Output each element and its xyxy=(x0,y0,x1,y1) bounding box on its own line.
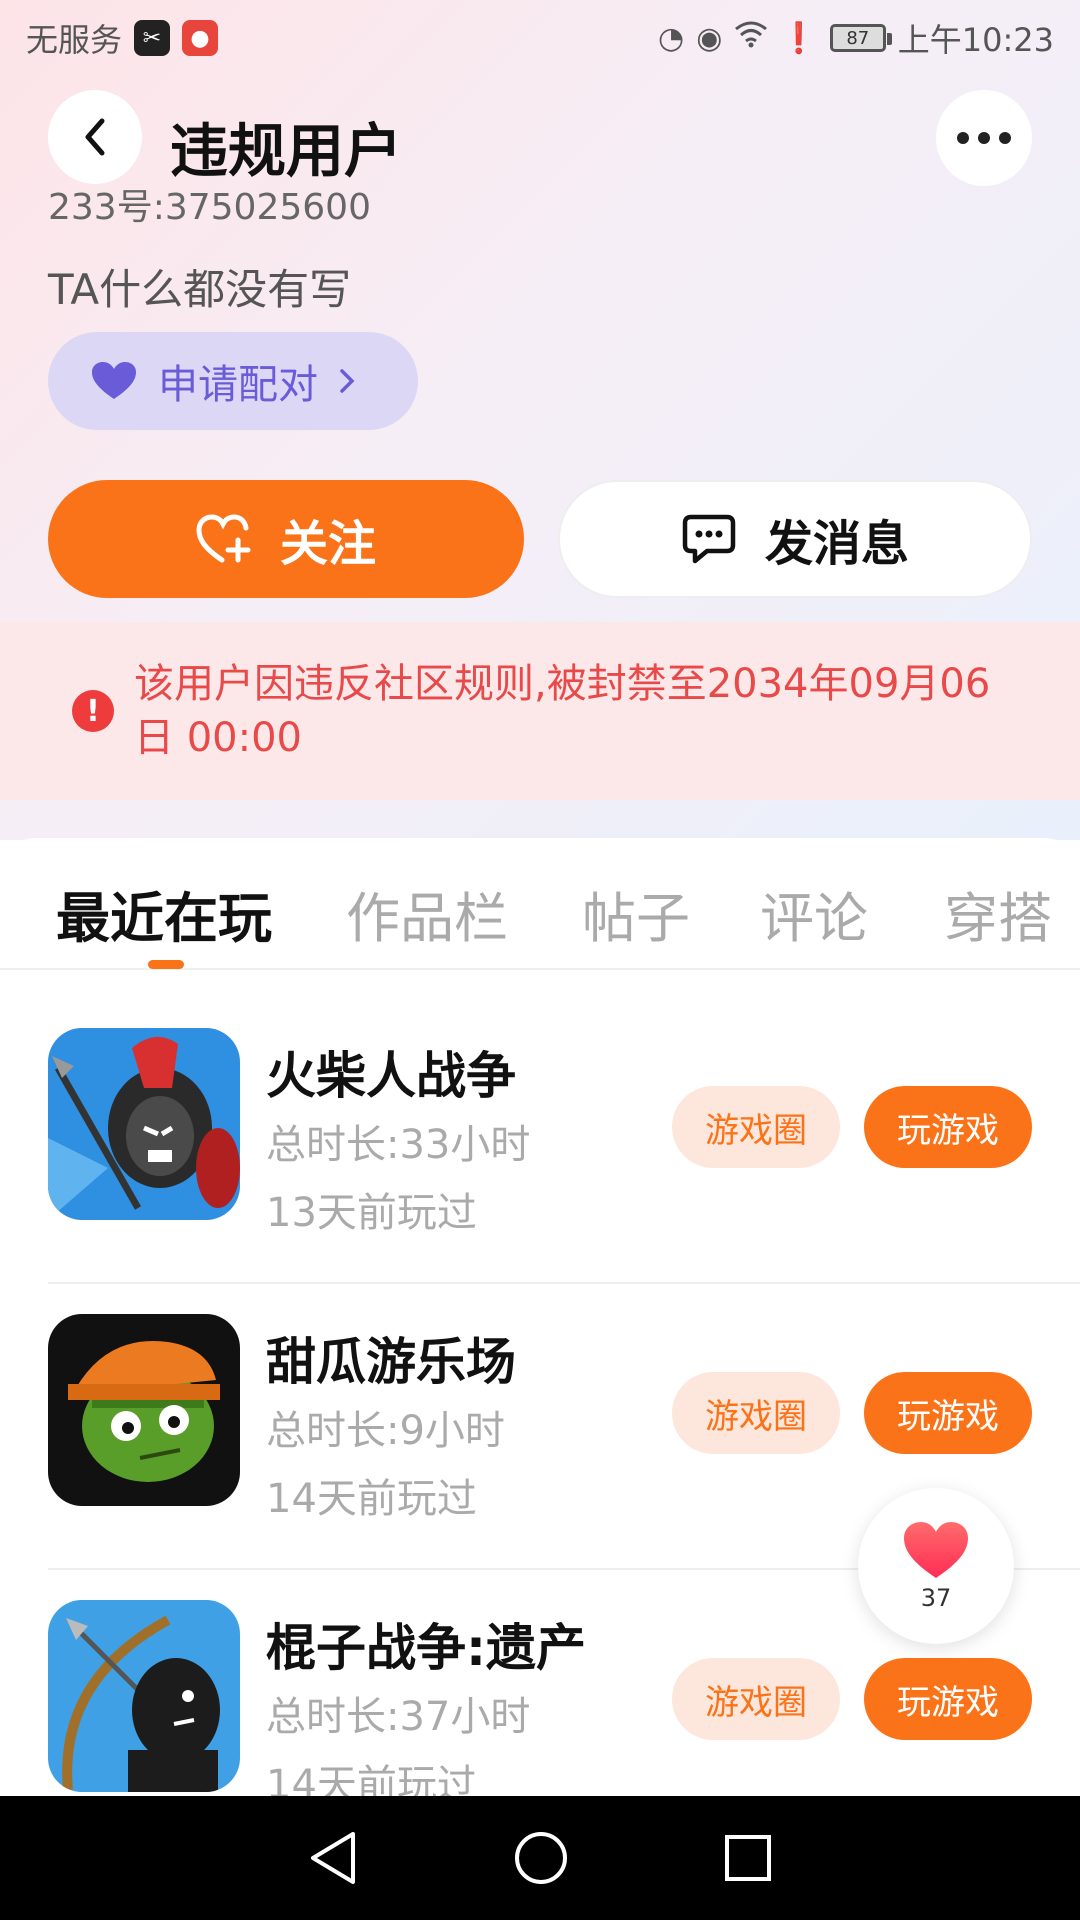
game-circle-button[interactable]: 游戏圈 xyxy=(672,1658,840,1740)
ban-notice: ! 该用户因违反社区规则,被封禁至2034年09月06日 00:00 xyxy=(0,622,1080,800)
more-dots-icon xyxy=(957,132,1011,144)
tab-posts[interactable]: 帖子 xyxy=(582,874,690,953)
follow-button[interactable]: 关注 xyxy=(48,480,524,598)
clock-time: 上午10:23 xyxy=(897,21,1054,59)
stick-war-game-icon xyxy=(48,1028,240,1220)
status-bar: 无服务 ✂ ● ◔ ◉ ❗ 87 上午10:23 xyxy=(0,0,1080,76)
system-navigation-bar xyxy=(0,1796,1080,1920)
eye-icon: ◉ xyxy=(696,20,723,56)
ban-notice-text: 该用户因违反社区规则,被封禁至2034年09月06日 00:00 xyxy=(134,661,991,761)
play-game-button[interactable]: 玩游戏 xyxy=(864,1086,1032,1168)
capcut-app-icon: ✂ xyxy=(134,20,171,56)
game-last-played: 14天前玩过 xyxy=(266,1476,477,1522)
tab-recently-played[interactable]: 最近在玩 xyxy=(56,874,272,953)
game-circle-button[interactable]: 游戏圈 xyxy=(672,1086,840,1168)
tab-comments[interactable]: 评论 xyxy=(760,874,868,953)
like-floating-button[interactable]: 37 xyxy=(858,1488,1014,1644)
follow-label: 关注 xyxy=(279,516,376,572)
back-triangle-icon[interactable] xyxy=(307,1830,359,1886)
user-bio: TA什么都没有写 xyxy=(48,265,352,314)
game-circle-button[interactable]: 游戏圈 xyxy=(672,1372,840,1454)
home-circle-icon[interactable] xyxy=(513,1830,569,1886)
profile-tabs: 最近在玩 作品栏 帖子 评论 穿搭 xyxy=(0,838,1080,970)
content-card: 最近在玩 作品栏 帖子 评论 穿搭 火柴人战争 总时长:33小时 13天前玩过 xyxy=(0,838,1080,1808)
status-right: ◔ ◉ ❗ 87 上午10:23 xyxy=(658,15,1054,61)
tab-outfits[interactable]: 穿搭 xyxy=(944,874,1052,953)
alert-icon: ❗ xyxy=(780,20,818,56)
game-list-item[interactable]: 火柴人战争 总时长:33小时 13天前玩过 游戏圈 玩游戏 xyxy=(48,998,1080,1284)
game-total-time: 总时长:33小时 xyxy=(266,1122,531,1168)
wifi-icon xyxy=(734,20,768,56)
game-last-played: 13天前玩过 xyxy=(266,1190,477,1236)
user-id: 233号:375025600 xyxy=(48,187,371,228)
game-name: 火柴人战争 xyxy=(266,1047,516,1105)
purple-heart-icon xyxy=(92,362,136,399)
send-message-button[interactable]: 发消息 xyxy=(558,480,1032,598)
send-message-label: 发消息 xyxy=(764,516,909,572)
warning-icon: ! xyxy=(72,690,114,732)
stick-war-legacy-game-icon xyxy=(48,1600,240,1792)
tab-works[interactable]: 作品栏 xyxy=(346,874,508,953)
play-game-button[interactable]: 玩游戏 xyxy=(864,1372,1032,1454)
back-button[interactable] xyxy=(48,90,142,184)
play-game-button[interactable]: 玩游戏 xyxy=(864,1658,1032,1740)
recents-square-icon[interactable] xyxy=(723,1833,773,1883)
carrier-text: 无服务 xyxy=(26,21,123,59)
chevron-left-icon xyxy=(85,118,105,156)
heart-plus-icon xyxy=(196,514,251,563)
status-left: 无服务 ✂ ● xyxy=(26,15,219,61)
more-options-button[interactable] xyxy=(936,90,1032,186)
game-app-icon: ● xyxy=(182,20,219,56)
heart-icon xyxy=(904,1522,968,1578)
battery-indicator: 87 xyxy=(829,24,892,52)
chat-bubble-icon xyxy=(682,514,736,564)
game-name: 甜瓜游乐场 xyxy=(266,1333,516,1391)
like-count: 37 xyxy=(920,1584,952,1612)
melon-playground-game-icon xyxy=(48,1314,240,1506)
game-name: 棍子战争:遗产 xyxy=(266,1619,586,1677)
page-title: 违规用户 xyxy=(170,117,403,185)
game-total-time: 总时长:9小时 xyxy=(266,1408,505,1454)
chevron-right-icon xyxy=(340,369,355,393)
game-total-time: 总时长:37小时 xyxy=(266,1694,531,1740)
data-saver-icon: ◔ xyxy=(658,20,685,56)
active-tab-indicator xyxy=(148,960,184,969)
apply-pair-label: 申请配对 xyxy=(158,362,318,408)
apply-pair-button[interactable]: 申请配对 xyxy=(48,332,418,430)
